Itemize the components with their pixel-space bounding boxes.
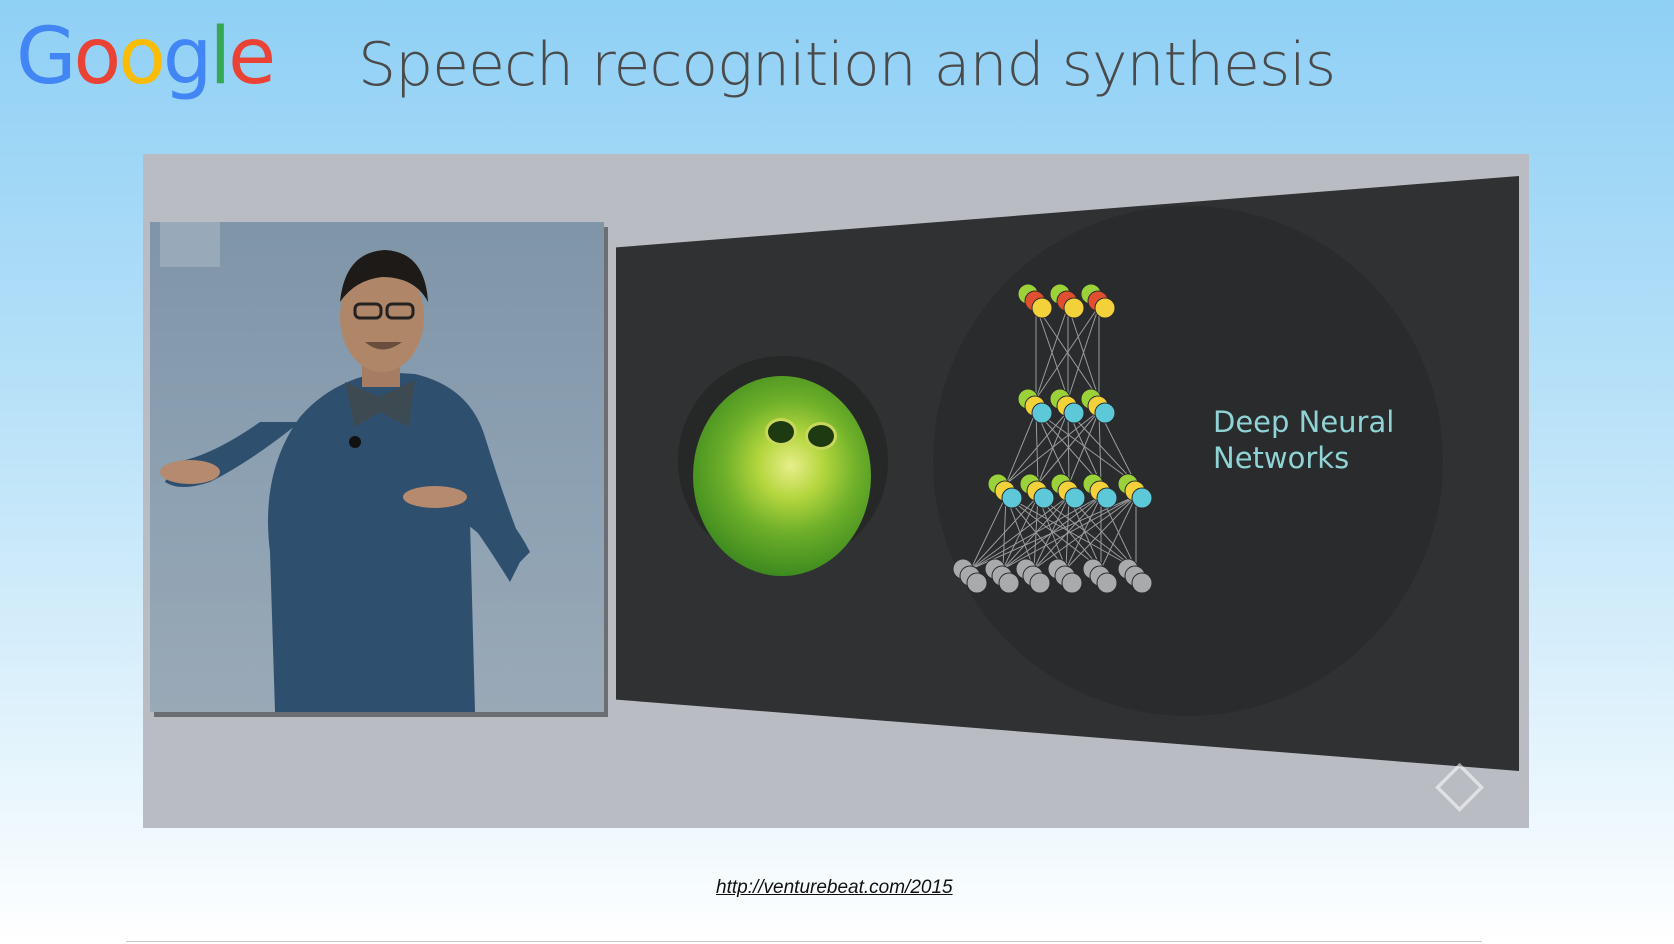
- logo-letter-o1: o: [73, 12, 121, 102]
- logo-letter-g: G: [16, 12, 76, 102]
- network-node: [1094, 402, 1116, 424]
- network-node: [1131, 572, 1153, 594]
- slide-title: Speech recognition and synthesis: [358, 30, 1336, 100]
- network-edge: [970, 495, 1007, 570]
- network-edge: [970, 495, 1039, 570]
- network-node: [1096, 572, 1118, 594]
- network-node: [1029, 572, 1051, 594]
- network-node: [1001, 487, 1023, 509]
- network-node: [1063, 297, 1085, 319]
- network-node: [1033, 487, 1055, 509]
- logo-letter-l: l: [209, 12, 231, 102]
- dnn-label: Deep Neural Networks: [1213, 405, 1395, 475]
- network-edge: [1005, 410, 1100, 485]
- network-node: [966, 572, 988, 594]
- footer-rule: [126, 941, 1482, 942]
- neural-network-diagram: [952, 283, 1153, 594]
- logo-letter-g2: g: [162, 12, 212, 102]
- keynote-photo: Deep Neural Networks ◇: [143, 154, 1529, 828]
- network-node: [1094, 297, 1116, 319]
- network-node: [1064, 487, 1086, 509]
- network-edge: [970, 495, 1102, 570]
- network-edge: [1005, 410, 1037, 485]
- logo-letter-o2: o: [118, 12, 166, 102]
- network-node: [1031, 297, 1053, 319]
- network-edge: [1035, 410, 1137, 485]
- network-node: [998, 572, 1020, 594]
- network-node: [1096, 487, 1118, 509]
- network-node: [1063, 402, 1085, 424]
- io-diamond-icon: ◇: [1435, 746, 1485, 820]
- source-link[interactable]: http://venturebeat.com/2015: [716, 877, 953, 899]
- network-node: [1131, 487, 1153, 509]
- network-node: [1031, 402, 1053, 424]
- google-logo: Google: [16, 12, 276, 102]
- logo-letter-e: e: [228, 12, 276, 102]
- network-node: [1061, 572, 1083, 594]
